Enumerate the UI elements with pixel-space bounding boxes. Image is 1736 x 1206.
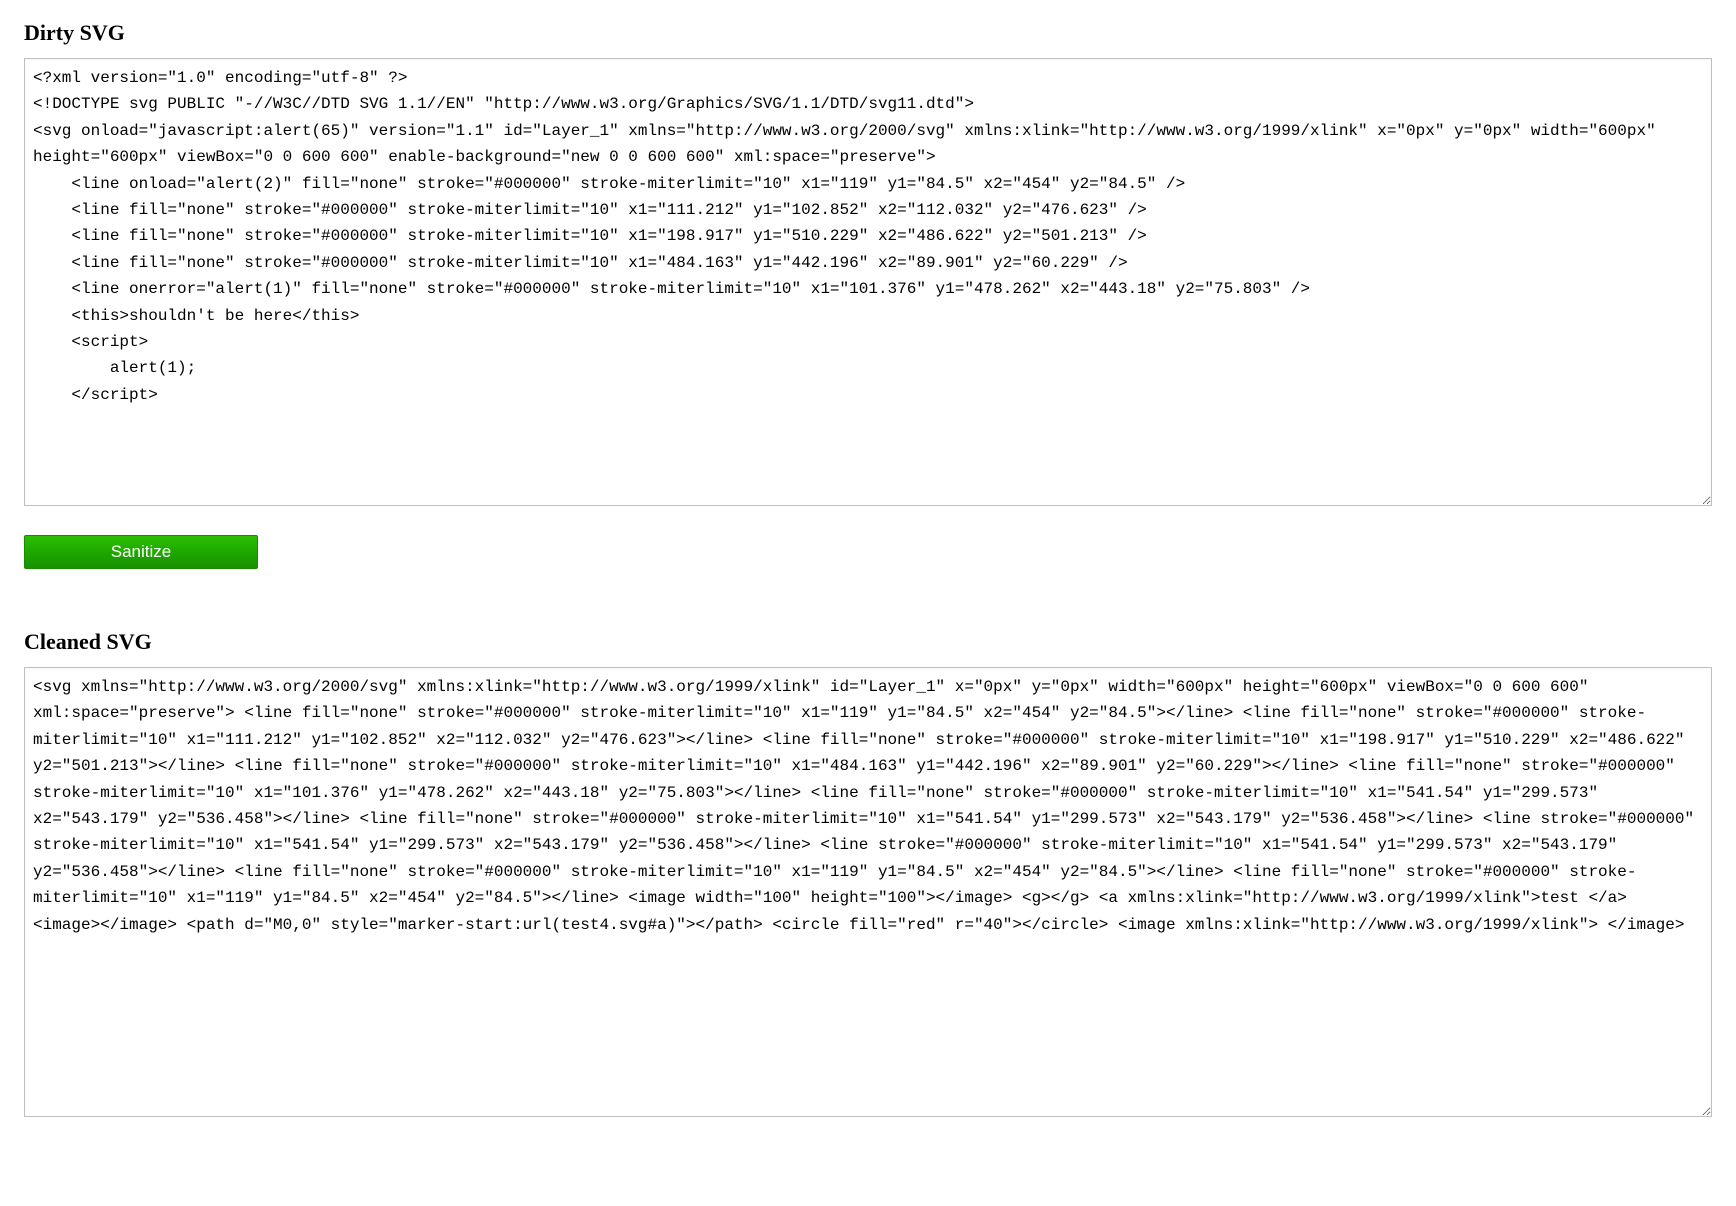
- button-row: Sanitize: [24, 535, 1712, 569]
- cleaned-svg-textarea[interactable]: [24, 667, 1712, 1117]
- sanitize-button[interactable]: Sanitize: [24, 535, 258, 569]
- cleaned-svg-heading: Cleaned SVG: [24, 629, 1712, 655]
- dirty-svg-heading: Dirty SVG: [24, 20, 1712, 46]
- dirty-svg-container: [24, 58, 1712, 511]
- cleaned-svg-container: [24, 667, 1712, 1122]
- dirty-svg-textarea[interactable]: [24, 58, 1712, 506]
